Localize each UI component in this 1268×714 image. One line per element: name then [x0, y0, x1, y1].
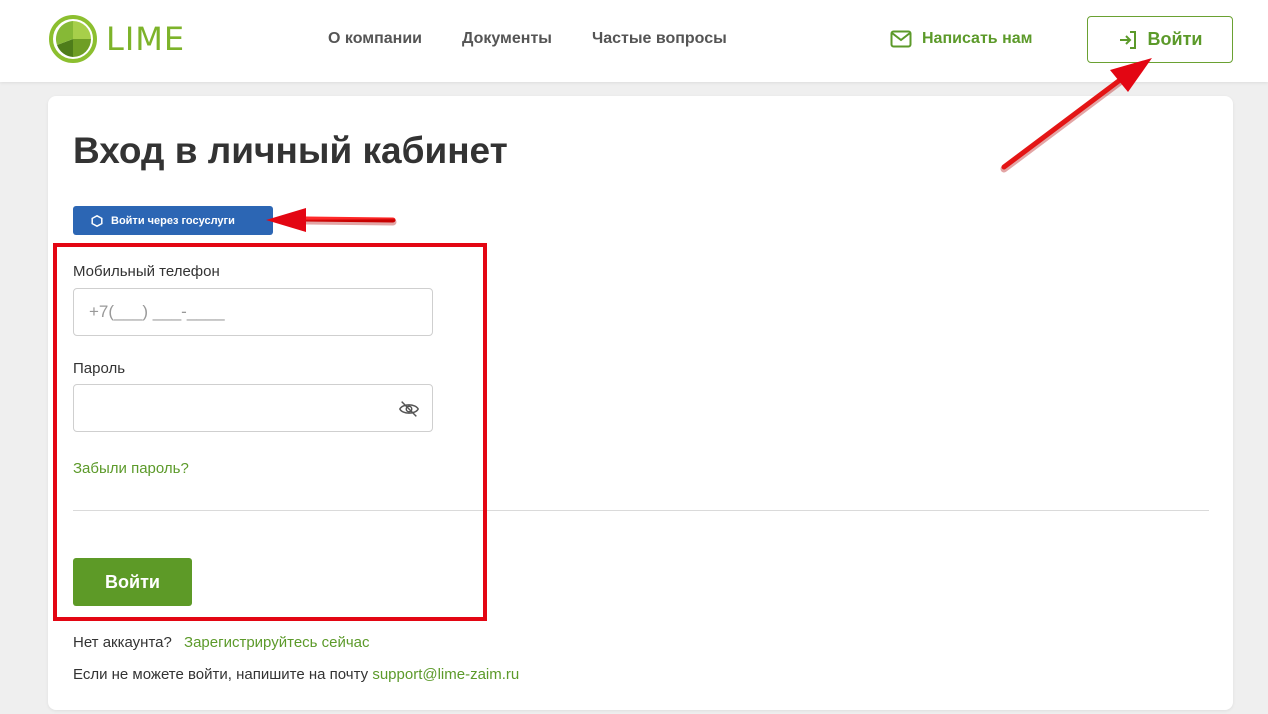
write-us-label: Написать нам [922, 30, 1033, 47]
contact-row: Если не можете войти, напишите на почту … [73, 666, 519, 683]
submit-login-button[interactable]: Войти [73, 558, 192, 606]
phone-field-wrapper [73, 288, 433, 336]
main-nav: О компании Документы Частые вопросы [328, 30, 727, 48]
phone-input[interactable] [74, 289, 432, 335]
gosuslugi-login-button[interactable]: Войти через госуслуги [73, 206, 273, 235]
nav-item-company[interactable]: О компании [328, 30, 422, 48]
register-link[interactable]: Зарегистрируйтесь сейчас [184, 634, 370, 651]
lime-logo-icon [49, 15, 97, 63]
phone-label: Мобильный телефон [73, 263, 220, 280]
forgot-password-link[interactable]: Забыли пароль? [73, 460, 189, 477]
nav-item-faq[interactable]: Частые вопросы [592, 30, 727, 48]
password-input[interactable] [74, 385, 432, 431]
site-header: LIME О компании Документы Частые вопросы… [0, 0, 1268, 82]
gosuslugi-icon [91, 214, 103, 227]
password-label: Пароль [73, 360, 126, 377]
logo-text: LIME [106, 20, 186, 58]
header-login-button[interactable]: Войти [1087, 16, 1233, 63]
gosuslugi-label: Войти через госуслуги [111, 214, 235, 227]
page-title: Вход в личный кабинет [73, 130, 508, 171]
envelope-icon [890, 30, 912, 48]
login-arrow-icon [1119, 30, 1136, 49]
eye-off-icon[interactable] [398, 398, 420, 420]
write-us-link[interactable]: Написать нам [890, 30, 1032, 48]
password-field-wrapper [73, 384, 433, 432]
header-login-label: Войти [1147, 29, 1203, 49]
no-account-text: Нет аккаунта? [73, 634, 172, 651]
contact-text: Если не можете войти, напишите на почту [73, 666, 369, 683]
divider [73, 510, 1209, 511]
logo[interactable]: LIME [48, 14, 185, 64]
no-account-row: Нет аккаунта? Зарегистрируйтесь сейчас [73, 634, 370, 651]
nav-item-documents[interactable]: Документы [462, 30, 552, 48]
support-email-link[interactable]: support@lime-zaim.ru [372, 666, 519, 683]
